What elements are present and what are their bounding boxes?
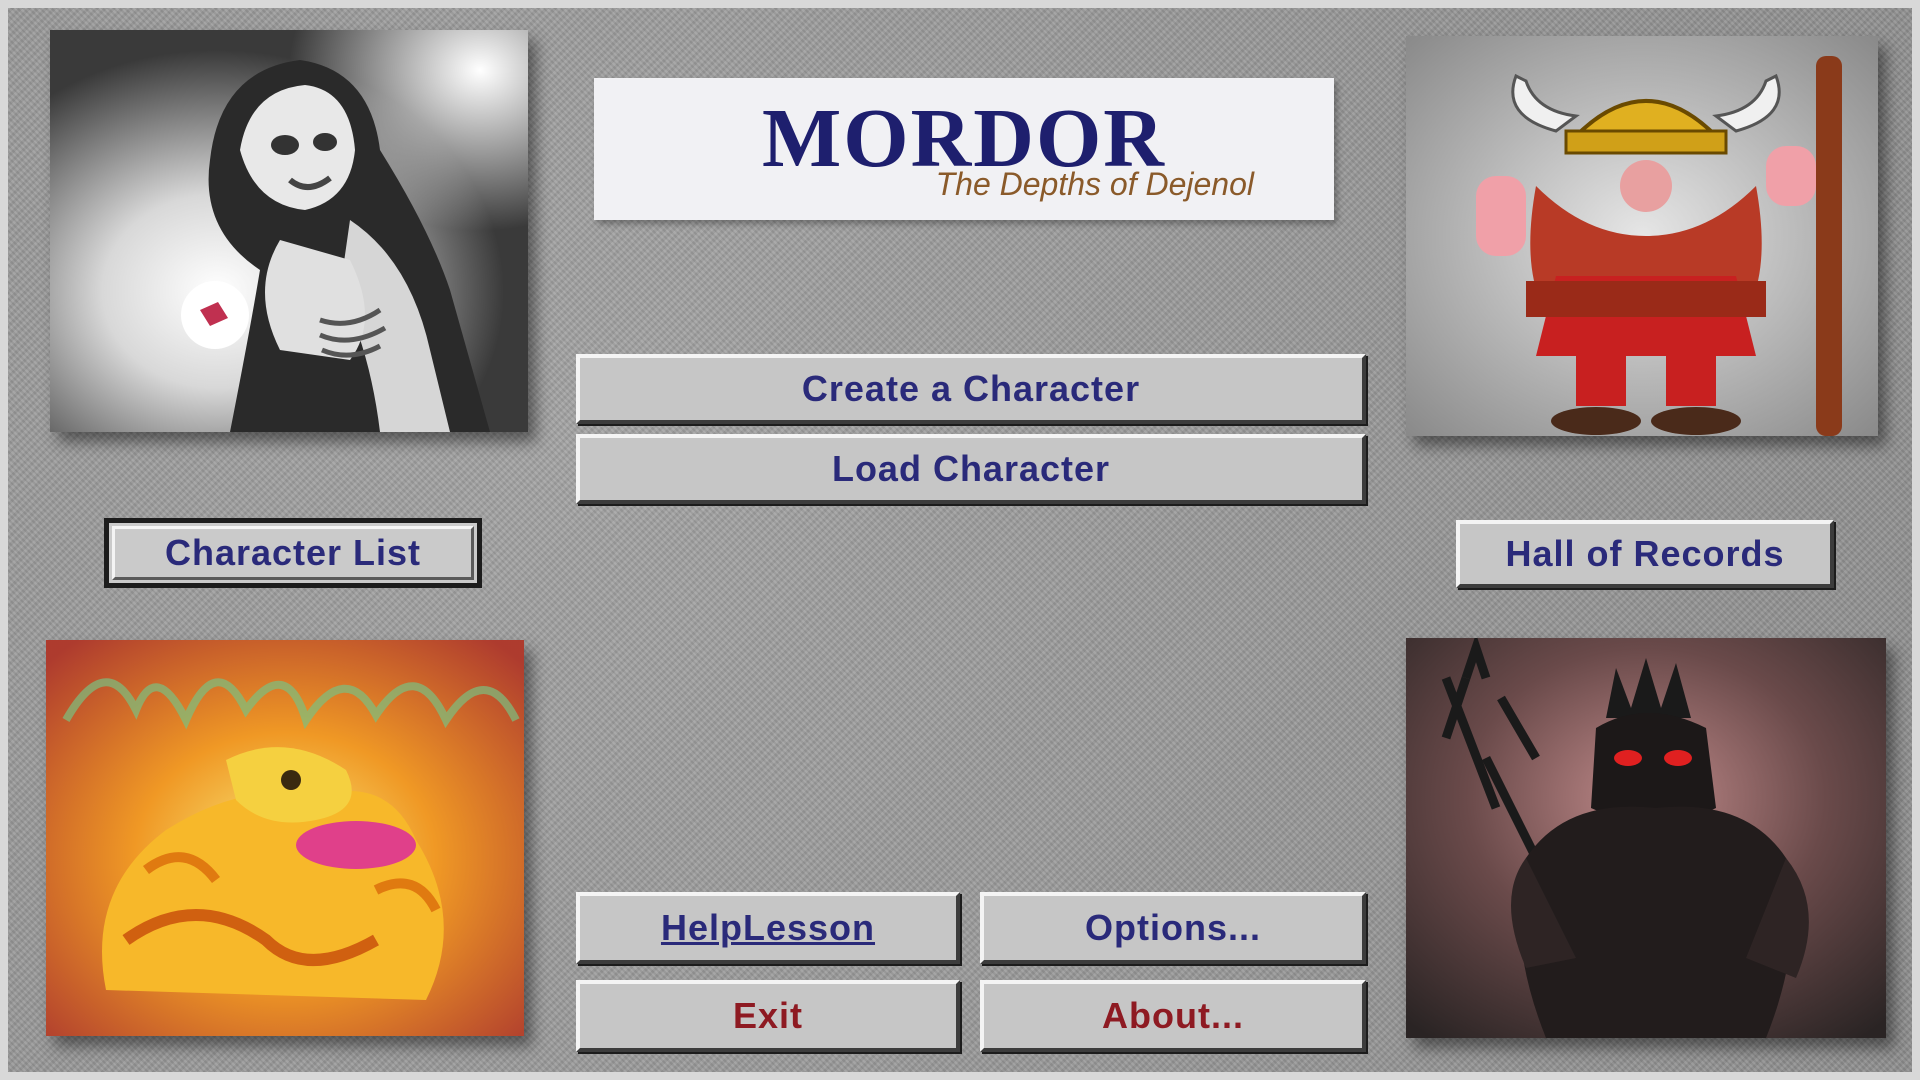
demon-icon bbox=[1406, 638, 1886, 1038]
hooded-figure-icon bbox=[50, 30, 528, 432]
dragon-icon bbox=[46, 640, 524, 1036]
about-button[interactable]: About... bbox=[980, 980, 1366, 1052]
about-label: About... bbox=[1102, 995, 1244, 1036]
help-lesson-label: HelpLesson bbox=[660, 907, 876, 948]
load-character-button[interactable]: Load Character bbox=[576, 434, 1366, 504]
create-character-label: Create a Character bbox=[801, 368, 1141, 409]
load-character-label: Load Character bbox=[831, 448, 1111, 489]
hooded-figure-image bbox=[50, 30, 528, 432]
character-list-button[interactable]: Character List bbox=[104, 518, 482, 588]
help-lesson-button[interactable]: HelpLesson bbox=[576, 892, 960, 964]
horned-demon-image bbox=[1406, 638, 1886, 1038]
exit-label: Exit bbox=[732, 995, 804, 1036]
logo-banner: MORDOR The Depths of Dejenol bbox=[594, 78, 1334, 220]
fire-dragon-image bbox=[46, 640, 524, 1036]
viking-icon bbox=[1406, 36, 1878, 436]
create-character-button[interactable]: Create a Character bbox=[576, 354, 1366, 424]
character-list-label: Character List bbox=[164, 532, 422, 573]
main-menu-screen: MORDOR The Depths of Dejenol Create a Ch… bbox=[0, 0, 1920, 1080]
viking-warrior-image bbox=[1406, 36, 1878, 436]
game-subtitle: The Depths of Dejenol bbox=[935, 166, 1254, 202]
hall-of-records-button[interactable]: Hall of Records bbox=[1456, 520, 1834, 588]
options-button[interactable]: Options... bbox=[980, 892, 1366, 964]
hall-of-records-label: Hall of Records bbox=[1505, 533, 1785, 574]
options-label: Options... bbox=[1085, 907, 1261, 948]
exit-button[interactable]: Exit bbox=[576, 980, 960, 1052]
